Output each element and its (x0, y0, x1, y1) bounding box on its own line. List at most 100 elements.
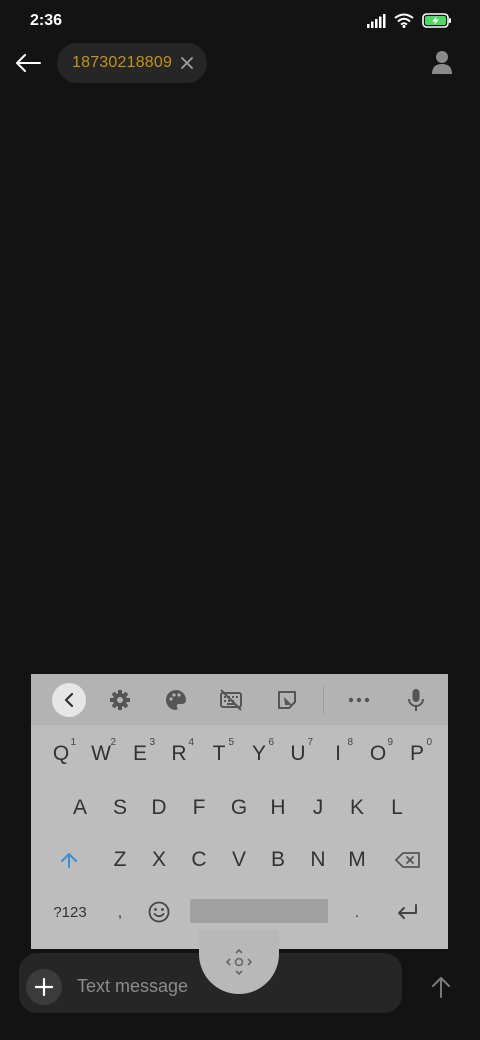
key-label: V (231, 848, 246, 871)
key-y[interactable]: Y6 (239, 729, 279, 779)
key-hint: 3 (149, 737, 155, 748)
key-hint: 5 (228, 737, 234, 748)
key-d[interactable]: D (139, 783, 179, 833)
more-icon (348, 697, 370, 703)
emoji-key[interactable] (139, 887, 179, 937)
mic-icon (408, 689, 424, 711)
key-t[interactable]: T5 (199, 729, 239, 779)
key-r[interactable]: R4 (159, 729, 199, 779)
key-g[interactable]: G (219, 783, 259, 833)
close-icon (181, 57, 193, 69)
key-label: M (348, 848, 366, 871)
key-p[interactable]: P0 (397, 729, 437, 779)
key-i[interactable]: I8 (318, 729, 358, 779)
key-label: S (112, 796, 127, 819)
key-label: L (391, 796, 403, 819)
back-arrow-icon (16, 54, 41, 72)
recipient-number: 18730218809 (72, 54, 173, 71)
key-n[interactable]: N (298, 835, 338, 885)
key-e[interactable]: E3 (120, 729, 160, 779)
key-label: P (409, 742, 424, 765)
key-label: ?123 (53, 903, 87, 921)
backspace-key[interactable] (388, 835, 428, 885)
key-label: J (312, 796, 324, 819)
settings-button[interactable] (107, 687, 133, 713)
key-hint: 4 (188, 737, 194, 748)
add-contact-button[interactable] (430, 50, 454, 76)
status-time: 2:36 (30, 12, 63, 29)
wifi-icon (394, 13, 414, 28)
key-f[interactable]: F (179, 783, 219, 833)
key-label: W (91, 742, 111, 765)
keyboard-toolbar (31, 674, 448, 725)
key-h[interactable]: H (258, 783, 298, 833)
key-w[interactable]: W2 (81, 729, 121, 779)
remove-recipient-button[interactable] (177, 52, 197, 74)
key-label: X (151, 848, 166, 871)
shift-key[interactable] (49, 835, 89, 885)
toolbar-divider (323, 686, 324, 714)
battery-charging-icon (422, 13, 451, 28)
shift-icon (61, 853, 77, 868)
backspace-icon (395, 852, 420, 868)
key-label: A (72, 796, 87, 819)
one-handed-mode-button[interactable] (218, 687, 244, 713)
enter-icon (398, 904, 417, 919)
clipboard-icon (278, 691, 296, 709)
key-m[interactable]: M (337, 835, 377, 885)
key-label: Q (52, 742, 70, 765)
symbols-key[interactable]: ?123 (50, 887, 90, 937)
key-o[interactable]: O9 (358, 729, 398, 779)
toolbar-collapse-button[interactable] (52, 683, 86, 717)
gear-icon (110, 690, 130, 710)
key-u[interactable]: U7 (278, 729, 318, 779)
emoji-icon (148, 901, 170, 923)
key-label: E (132, 742, 147, 765)
more-button[interactable] (346, 687, 372, 713)
message-input[interactable] (77, 975, 217, 997)
move-handle-icon (225, 948, 253, 976)
send-button[interactable] (424, 970, 458, 1004)
key-j[interactable]: J (298, 783, 338, 833)
key-s[interactable]: S (100, 783, 140, 833)
send-arrow-icon (432, 977, 450, 998)
key-label: U (290, 742, 306, 765)
enter-key[interactable] (387, 887, 427, 937)
key-label: Y (251, 742, 266, 765)
palette-icon (166, 690, 186, 710)
space-key[interactable] (190, 899, 328, 923)
key-z[interactable]: Z (100, 835, 140, 885)
key-label: B (270, 848, 285, 871)
voice-input-button[interactable] (403, 687, 429, 713)
key-label: C (191, 848, 207, 871)
attach-button[interactable] (26, 969, 62, 1005)
key-c[interactable]: C (179, 835, 219, 885)
key-hint: 6 (268, 737, 274, 748)
status-icons (366, 13, 452, 28)
key-label: F (192, 796, 206, 819)
key-q[interactable]: Q1 (41, 729, 81, 779)
key-a[interactable]: A (60, 783, 100, 833)
key-v[interactable]: V (219, 835, 259, 885)
key-hint: 9 (387, 737, 393, 748)
key-label: Z (113, 848, 127, 871)
key-label: I (335, 742, 341, 765)
key-hint: 8 (347, 737, 353, 748)
key-label: D (151, 796, 167, 819)
key-b[interactable]: B (258, 835, 298, 885)
clipboard-button[interactable] (274, 687, 300, 713)
theme-button[interactable] (163, 687, 189, 713)
key-k[interactable]: K (337, 783, 377, 833)
contact-icon (432, 51, 452, 74)
back-button[interactable] (10, 45, 46, 81)
key-l[interactable]: L (377, 783, 417, 833)
key-label: K (349, 796, 364, 819)
comma-key[interactable]: , (100, 887, 140, 937)
recipient-chip[interactable]: 18730218809 (57, 43, 207, 83)
key-label: , (117, 903, 123, 921)
key-x[interactable]: X (139, 835, 179, 885)
period-key[interactable]: . (337, 887, 377, 937)
key-label: H (270, 796, 286, 819)
key-label: G (230, 796, 248, 819)
keyboard-off-icon (220, 689, 242, 711)
